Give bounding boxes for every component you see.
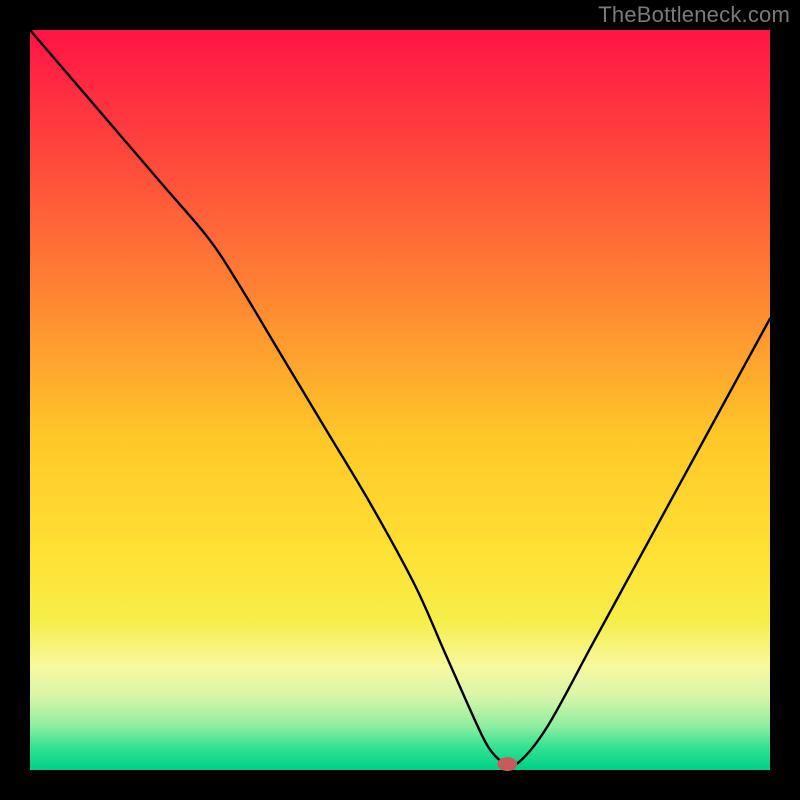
watermark-text: TheBottleneck.com bbox=[598, 2, 790, 28]
bottleneck-chart bbox=[0, 0, 800, 800]
chart-frame: TheBottleneck.com bbox=[0, 0, 800, 800]
optimal-marker bbox=[497, 757, 517, 771]
plot-background bbox=[30, 30, 770, 770]
